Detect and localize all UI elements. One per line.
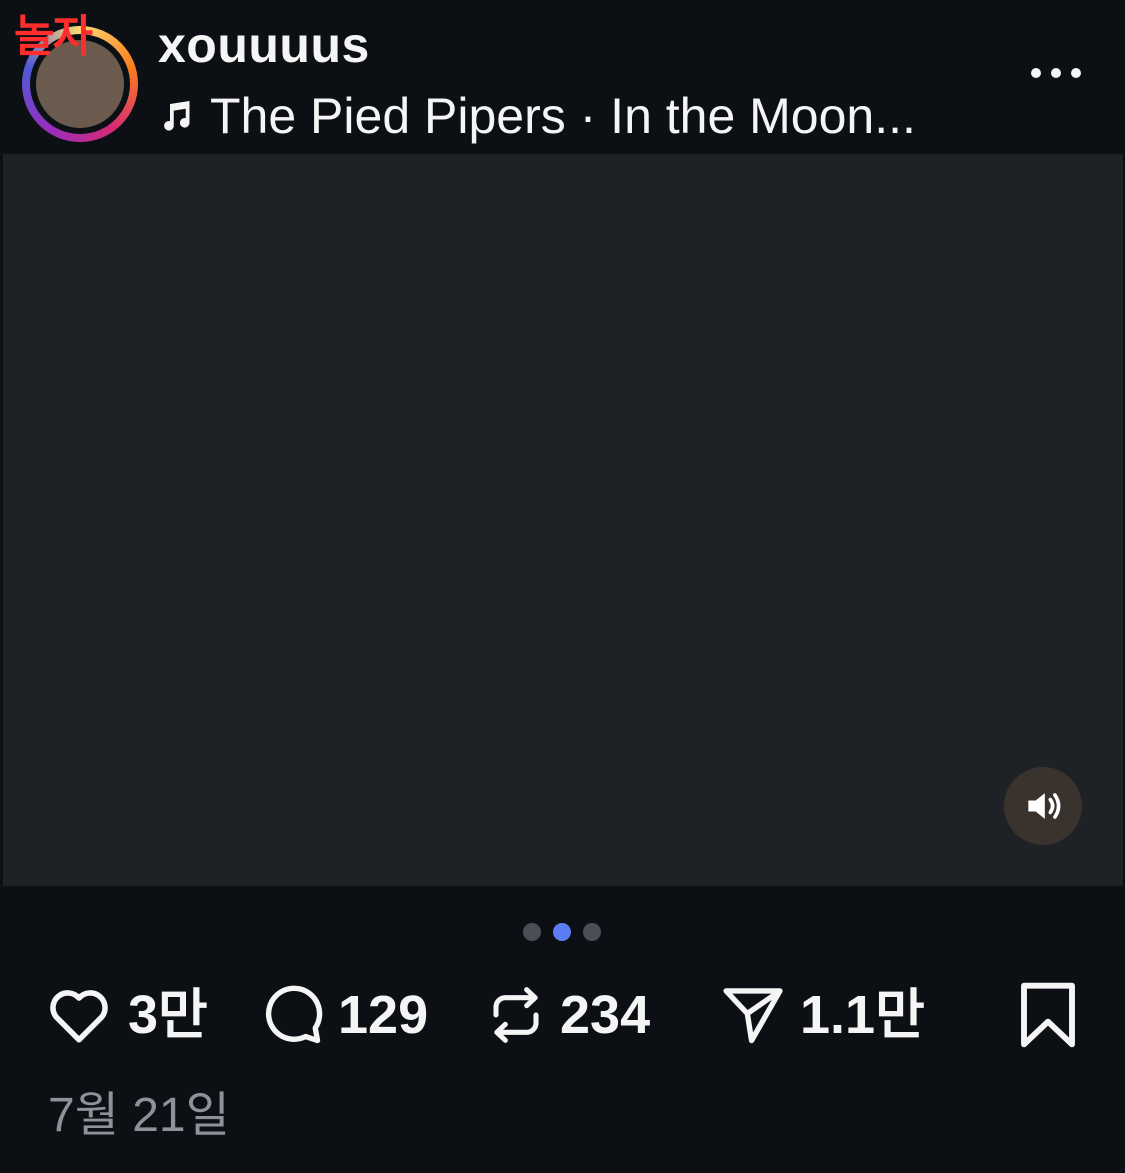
carousel-dot [523, 923, 541, 941]
repost-button[interactable]: 234 [484, 970, 650, 1060]
music-track-label: The Pied Pipers · In the Moon... [210, 88, 916, 144]
share-count: 1.1만 [800, 985, 925, 1045]
username-link[interactable]: xouuuus [158, 16, 370, 74]
post-photo[interactable] [3, 154, 1123, 886]
repost-count: 234 [560, 985, 651, 1045]
comment-count: 129 [338, 985, 429, 1045]
more-options-icon[interactable] [1024, 56, 1088, 90]
watermark-logo: 놀자 [14, 11, 93, 62]
audio-toggle-button[interactable] [1004, 767, 1082, 845]
share-button[interactable]: 1.1만 [718, 970, 925, 1060]
carousel-dot [583, 923, 601, 941]
comment-icon [265, 985, 323, 1044]
action-bar: 3만 129 234 1.1만 [0, 970, 1125, 1060]
carousel-dot-active [553, 923, 571, 941]
post-date: 7월 21일 [48, 1089, 230, 1142]
music-note-icon [164, 101, 190, 131]
carousel-indicator [523, 923, 601, 941]
heart-icon [50, 990, 108, 1043]
repost-icon [493, 987, 539, 1043]
music-attribution[interactable]: The Pied Pipers · In the Moon... [158, 86, 916, 146]
speaker-icon [1028, 793, 1061, 819]
like-button[interactable]: 3만 [42, 970, 208, 1060]
bookmark-icon[interactable] [1016, 980, 1080, 1050]
send-icon [723, 988, 783, 1044]
comment-button[interactable]: 129 [258, 970, 428, 1060]
like-count: 3만 [128, 985, 208, 1045]
post-header: 놀자 xouuuus The Pied Pipers · In the Moon… [0, 0, 1125, 155]
